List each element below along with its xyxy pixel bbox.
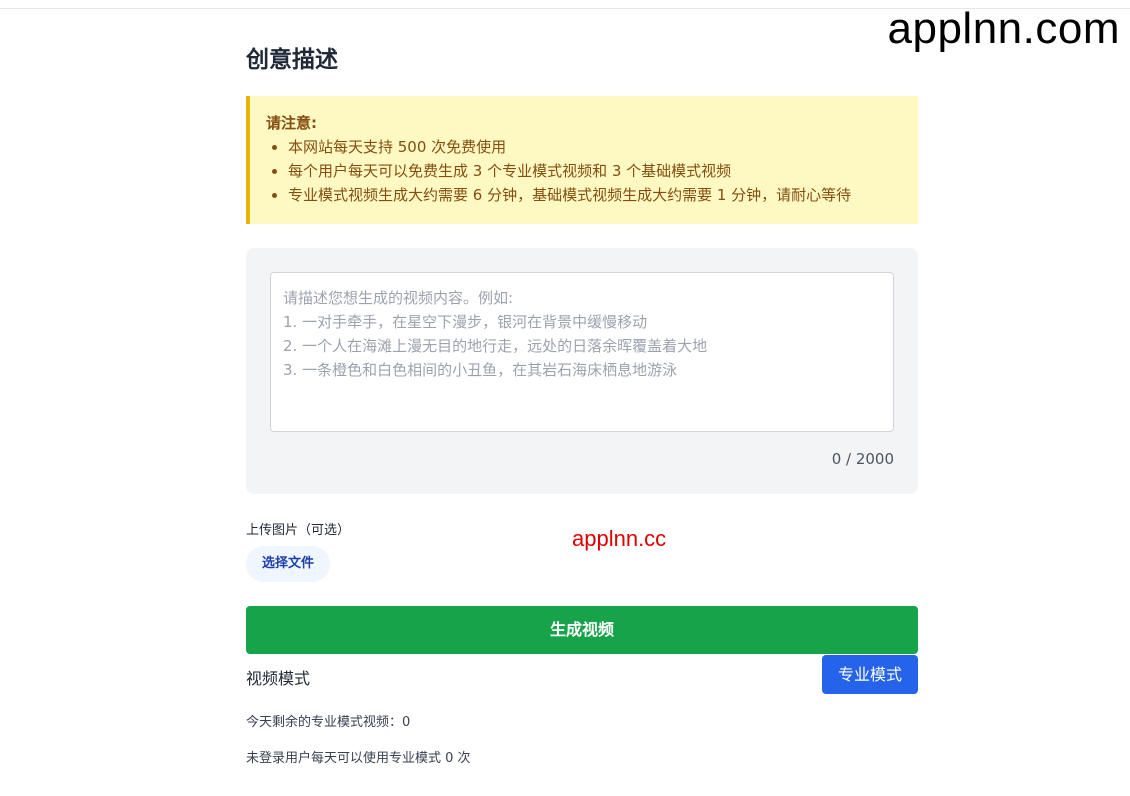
page-title: 创意描述 [246, 47, 338, 73]
guest-limit-text: 未登录用户每天可以使用专业模式 0 次 [246, 751, 471, 766]
notice-title: 请注意: [266, 114, 317, 132]
notice-item: 每个用户每天可以免费生成 3 个专业模式视频和 3 个基础模式视频 [288, 159, 902, 183]
char-counter: 0 / 2000 [831, 450, 894, 468]
video-mode-label: 视频模式 [246, 669, 311, 688]
watermark-top: applnn.com [887, 4, 1120, 53]
prompt-textarea[interactable]: 请描述您想生成的视频内容。例如: 1. 一对手牵手，在星空下漫步，银河在背景中缓… [270, 272, 894, 432]
remaining-pro-count: 今天剩余的专业模式视频：0 [246, 715, 411, 730]
generate-video-button[interactable]: 生成视频 [246, 606, 918, 654]
choose-file-button[interactable]: 选择文件 [246, 546, 331, 582]
upload-label: 上传图片（可选） [246, 523, 351, 538]
watermark-middle: applnn.cc [572, 526, 667, 551]
notice-item: 本网站每天支持 500 次免费使用 [288, 135, 902, 159]
notice-list: 本网站每天支持 500 次免费使用 每个用户每天可以免费生成 3 个专业模式视频… [266, 135, 902, 207]
notice-banner: 请注意: 本网站每天支持 500 次免费使用 每个用户每天可以免费生成 3 个专… [246, 96, 918, 224]
pro-mode-button[interactable]: 专业模式 [822, 655, 918, 694]
notice-item: 专业模式视频生成大约需要 6 分钟，基础模式视频生成大约需要 1 分钟，请耐心等… [288, 183, 902, 207]
prompt-panel: 请描述您想生成的视频内容。例如: 1. 一对手牵手，在星空下漫步，银河在背景中缓… [246, 248, 918, 494]
